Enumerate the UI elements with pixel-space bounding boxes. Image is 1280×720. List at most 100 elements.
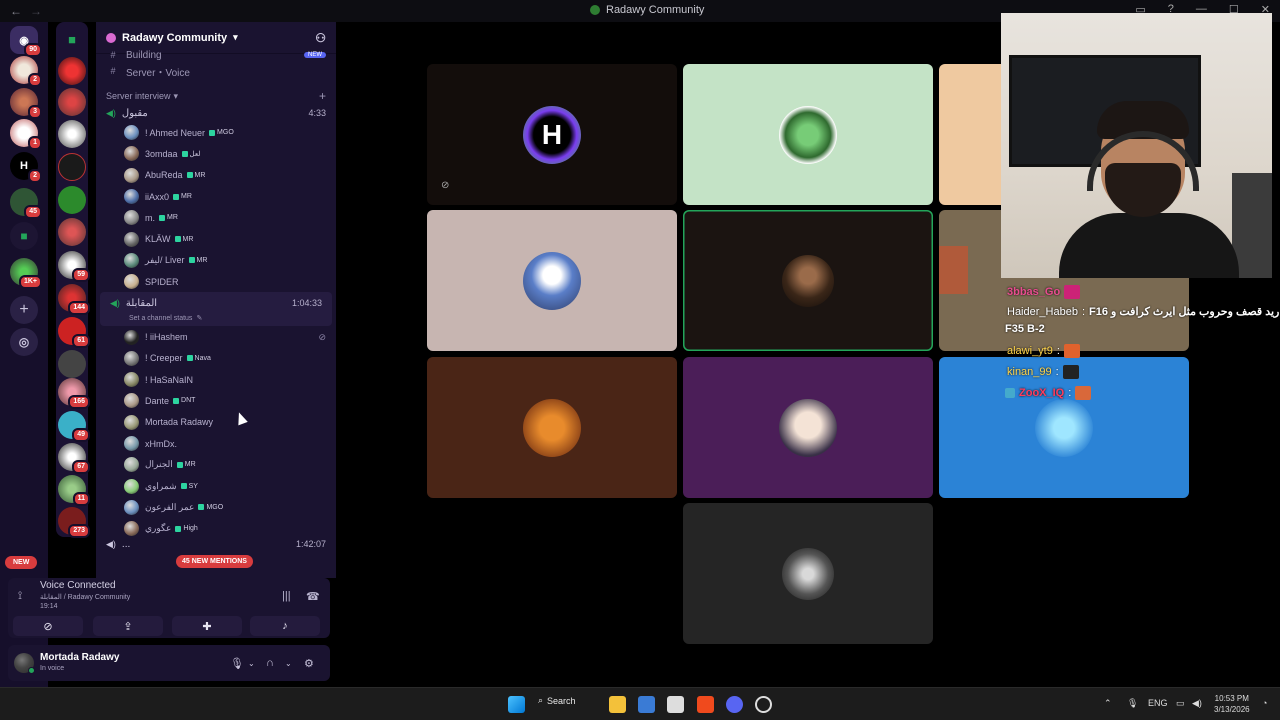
- voice-user[interactable]: ! iiHashem ⊘: [96, 326, 336, 347]
- microphone-icon[interactable]: 🎙: [230, 657, 244, 670]
- voice-user[interactable]: iiAxx0 MR: [96, 186, 336, 207]
- server-icon[interactable]: 59: [58, 251, 90, 282]
- server-icon[interactable]: 61: [58, 317, 90, 348]
- voice-user[interactable]: Mortada Radawy: [96, 412, 336, 433]
- voice-user[interactable]: شمراوي SY: [96, 475, 336, 496]
- voice-user[interactable]: Dante DNT: [96, 390, 336, 411]
- server-icon[interactable]: [58, 218, 86, 246]
- video-tile[interactable]: [683, 503, 933, 644]
- server-icon[interactable]: 273: [58, 507, 90, 538]
- server-icon[interactable]: H2: [10, 152, 42, 183]
- server-icon[interactable]: 3: [10, 88, 42, 119]
- server-icon[interactable]: 166: [58, 378, 90, 409]
- start-icon[interactable]: [508, 696, 525, 713]
- server-icon[interactable]: [58, 88, 86, 116]
- add-server-icon[interactable]: +: [10, 296, 38, 324]
- microphone-icon[interactable]: 🎙: [1127, 698, 1138, 709]
- voice-user[interactable]: SPIDER: [96, 271, 336, 292]
- server-icon[interactable]: 1K+: [10, 258, 42, 289]
- server-icon[interactable]: [58, 186, 86, 214]
- new-mentions-pill[interactable]: 45 NEW MENTIONS: [176, 555, 253, 568]
- voice-user[interactable]: ! HaSaNaIN: [96, 369, 336, 390]
- avatar: [124, 125, 139, 141]
- voice-user[interactable]: ! Creeper Nava: [96, 348, 336, 369]
- soundboard-button[interactable]: ♪: [250, 616, 320, 636]
- voice-user[interactable]: AbuReda MR: [96, 165, 336, 186]
- video-tile[interactable]: [683, 357, 933, 498]
- avatar: [1035, 398, 1093, 457]
- server-icon[interactable]: 11: [58, 475, 90, 506]
- signal-icon[interactable]: ⟟: [18, 590, 22, 603]
- voice-user[interactable]: عمر الفرعون MGO: [96, 497, 336, 518]
- server-icon[interactable]: [58, 120, 86, 148]
- voice-channel-maqbool[interactable]: ◀) مقبول 4:33: [96, 104, 336, 122]
- voice-channel-muqabala[interactable]: ◀) المقابلة 1:04:33: [100, 294, 332, 312]
- add-member-icon[interactable]: ⚇: [315, 31, 326, 45]
- camera-off-button[interactable]: ⊘: [13, 616, 83, 636]
- new-unreads-pill[interactable]: NEW: [5, 556, 38, 569]
- channel-status[interactable]: Set a channel status ✎: [100, 312, 332, 324]
- brave-browser-icon[interactable]: [697, 696, 714, 713]
- discord-icon[interactable]: [726, 696, 743, 713]
- voice-user[interactable]: ! Ahmed Neuer MGO: [96, 122, 336, 143]
- speaker-icon: ◀): [106, 107, 116, 118]
- chevron-down-icon[interactable]: ⌄: [248, 659, 255, 668]
- headphones-icon[interactable]: ∩: [266, 657, 274, 669]
- server-icon[interactable]: 45: [10, 188, 42, 219]
- add-channel-icon[interactable]: +: [319, 89, 326, 103]
- video-tile[interactable]: [427, 357, 677, 498]
- network-icon[interactable]: ▭: [1176, 698, 1185, 709]
- voice-user[interactable]: الجنرال MR: [96, 454, 336, 475]
- voice-channel-link[interactable]: المقابلة / Radawy Community: [40, 593, 130, 601]
- voice-user[interactable]: عگوري High: [96, 518, 336, 539]
- video-tile[interactable]: [939, 64, 1001, 205]
- server-icon[interactable]: [58, 57, 86, 85]
- voice-user[interactable]: m. MR: [96, 207, 336, 228]
- voice-user[interactable]: 3omdaa لعل: [96, 143, 336, 164]
- noise-suppression-icon[interactable]: |||: [282, 590, 291, 602]
- voice-channel-partial[interactable]: ◀) ... 1:42:07: [96, 539, 336, 549]
- server-icon[interactable]: 144: [58, 284, 90, 315]
- back-icon[interactable]: ←: [10, 4, 22, 18]
- language-indicator[interactable]: ENG: [1148, 698, 1168, 708]
- video-tile[interactable]: [427, 210, 677, 351]
- folder-icon[interactable]: ■: [10, 222, 38, 250]
- server-icon[interactable]: [58, 350, 86, 378]
- server-icon[interactable]: 49: [58, 411, 90, 442]
- voice-user[interactable]: xHmDx.: [96, 433, 336, 454]
- file-explorer-icon[interactable]: [609, 696, 626, 713]
- taskbar-clock[interactable]: 10:53 PM 3/13/2026: [1214, 693, 1250, 715]
- store-icon[interactable]: [638, 696, 655, 713]
- server-icon[interactable]: 1: [10, 119, 42, 150]
- gear-icon[interactable]: ⚙: [304, 657, 314, 670]
- voice-user[interactable]: KLÄW MR: [96, 228, 336, 249]
- activities-icon: ✚: [202, 620, 212, 633]
- disconnect-icon[interactable]: ☎: [306, 590, 320, 603]
- snipping-tool-icon[interactable]: [667, 696, 684, 713]
- taskbar-search[interactable]: ⌕ Search: [538, 695, 576, 706]
- discover-icon[interactable]: ◎: [10, 328, 38, 356]
- volume-icon[interactable]: ◀): [1192, 698, 1202, 709]
- folder-icon[interactable]: ■: [58, 25, 86, 53]
- activities-button[interactable]: ✚: [172, 616, 242, 636]
- app-icon[interactable]: [755, 696, 772, 713]
- video-tile[interactable]: [683, 64, 933, 205]
- channel-building[interactable]: # Building NEW: [96, 50, 336, 60]
- chevron-up-icon[interactable]: ⌃: [1104, 698, 1112, 709]
- avatar: [124, 350, 139, 366]
- notification-icon[interactable]: ◔: [1262, 698, 1267, 708]
- screen-share-button[interactable]: ⇪: [93, 616, 163, 636]
- channel-server-voice[interactable]: # Server・Voice: [96, 60, 336, 82]
- server-icon[interactable]: 67: [58, 443, 90, 474]
- server-icon[interactable]: 2: [10, 56, 42, 87]
- video-tile[interactable]: [683, 210, 933, 351]
- video-tile[interactable]: H ⊘: [427, 64, 677, 205]
- forward-icon[interactable]: →: [30, 4, 42, 18]
- username[interactable]: Mortada Radawy: [40, 652, 119, 663]
- server-icon[interactable]: [58, 153, 86, 181]
- chevron-down-icon[interactable]: ⌄: [285, 659, 292, 668]
- home-button[interactable]: ◉ 90: [10, 26, 42, 57]
- category-server-interview[interactable]: Server interview ▾ +: [96, 88, 336, 104]
- voice-user[interactable]: ليفر/ Liver MR: [96, 250, 336, 271]
- chat-message: F35 B-2: [1005, 323, 1045, 335]
